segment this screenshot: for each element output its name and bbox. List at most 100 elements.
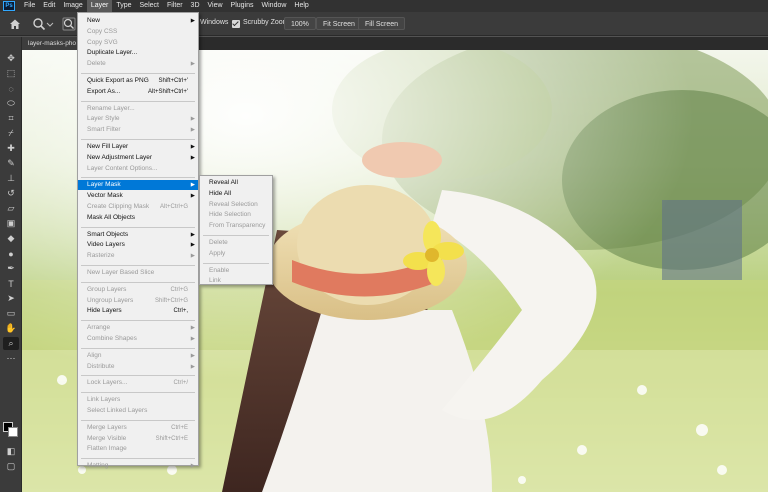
zoom-tool-icon[interactable]	[32, 17, 46, 31]
menu-item-label: Create Clipping Mask	[87, 203, 150, 210]
menu-item-label: Apply	[209, 249, 226, 257]
menu-separator	[81, 392, 195, 394]
menu-item-label: Arrange	[87, 324, 111, 332]
menu-item-label: Lock Layers...	[87, 379, 128, 387]
menu-separator	[81, 281, 195, 283]
move-tool-icon[interactable]: ✥	[3, 52, 19, 65]
gradient-tool-icon[interactable]: ▣	[3, 217, 19, 230]
menu-item-quick-export-as-png[interactable]: Quick Export as PNG Shift+Ctrl+'	[78, 76, 198, 86]
menu-item-hide-all[interactable]: Hide All	[200, 189, 272, 199]
quick-mask-icon[interactable]: ◧	[3, 445, 19, 458]
menu-image[interactable]: Image	[59, 0, 86, 12]
menu-item-video-layers[interactable]: Video Layers ▶	[78, 240, 198, 250]
menu-type[interactable]: Type	[112, 0, 135, 12]
menu-item-new-adjustment-layer[interactable]: New Adjustment Layer ▶	[78, 153, 198, 163]
fit-screen-button[interactable]: Fit Screen	[316, 17, 362, 30]
menu-item-label: Delete	[87, 60, 106, 68]
lasso-tool-icon[interactable]: ◌	[3, 82, 19, 95]
path-select-tool-icon[interactable]: ➤	[3, 292, 19, 305]
menu-item-mask-all-objects[interactable]: Mask All Objects	[78, 213, 198, 223]
menu-separator	[81, 320, 195, 322]
submenu-arrow-icon: ▶	[190, 352, 195, 359]
menu-item-merge-layers: Merge Layers Ctrl+E	[78, 423, 198, 433]
fill-screen-button[interactable]: Fill Screen	[358, 17, 406, 30]
healing-brush-tool-icon[interactable]: ✚	[3, 142, 19, 155]
more-tools-icon[interactable]: ⋯	[3, 352, 19, 365]
menu-item-rasterize: Rasterize ▶	[78, 251, 198, 261]
menu-item-label: Flatten Image	[87, 445, 127, 453]
menu-file[interactable]: File	[20, 0, 39, 12]
clone-stamp-tool-icon[interactable]: ⊥	[3, 172, 19, 185]
menu-item-rename-layer: Rename Layer...	[78, 104, 198, 114]
dodge-tool-icon[interactable]: ●	[3, 247, 19, 260]
pen-tool-icon[interactable]: ✒	[3, 262, 19, 275]
menu-help[interactable]: Help	[290, 0, 312, 12]
menu-item-vector-mask[interactable]: Vector Mask ▶	[78, 191, 198, 201]
menu-item-export-as[interactable]: Export As... Alt+Shift+Ctrl+'	[78, 87, 198, 97]
menu-item-matting: Matting ▶	[78, 461, 198, 471]
background-color-swatch[interactable]	[8, 427, 18, 437]
layer-dropdown-menu: New ▶ Copy CSS Copy SVG Duplicate Layer... De…	[77, 12, 199, 469]
menu-item-label: Merge Visible	[87, 434, 127, 442]
history-brush-tool-icon[interactable]: ↺	[3, 187, 19, 200]
zoom-tool-icon[interactable]: ⌕	[3, 337, 19, 350]
scrubby-zoom-checkbox[interactable]	[232, 20, 240, 28]
menu-plugins[interactable]: Plugins	[227, 0, 258, 12]
menu-view[interactable]: View	[204, 0, 227, 12]
menu-item-align: Align ▶	[78, 351, 198, 361]
menu-item-label: Enable	[209, 266, 230, 274]
menu-item-delete: Delete ▶	[78, 59, 198, 69]
type-tool-icon[interactable]: T	[3, 277, 19, 290]
menu-item-flatten-image: Flatten Image	[78, 444, 198, 454]
menu-item-label: New Fill Layer	[87, 143, 129, 150]
menu-window[interactable]: Window	[258, 0, 291, 12]
submenu-arrow-icon: ▶	[190, 116, 195, 123]
chevron-down-icon[interactable]	[46, 17, 54, 31]
menu-separator	[81, 458, 195, 460]
hand-tool-icon[interactable]: ✋	[3, 322, 19, 335]
screen-mode-icon[interactable]: ▢	[3, 460, 19, 473]
resize-windows-label: Windows	[200, 19, 229, 26]
menu-item-shortcut: Shift+Ctrl+E	[155, 435, 188, 442]
menu-layer[interactable]: Layer	[86, 0, 113, 12]
home-icon[interactable]	[8, 17, 22, 31]
menu-filter[interactable]: Filter	[163, 0, 187, 12]
menu-item-label: Mask All Objects	[87, 213, 136, 221]
menu-item-copy-svg: Copy SVG	[78, 38, 198, 48]
zoom-in-icon[interactable]	[62, 17, 76, 31]
menu-3d[interactable]: 3D	[187, 0, 204, 12]
blur-tool-icon[interactable]: ◆	[3, 232, 19, 245]
menu-item-layer-mask[interactable]: Layer Mask ▶	[78, 180, 198, 191]
menu-item-label: Hide All	[209, 189, 232, 197]
quick-select-tool-icon[interactable]: ⬭	[3, 97, 19, 110]
menu-item-label: Group Layers	[87, 285, 127, 293]
submenu-arrow-icon: ▶	[190, 193, 195, 200]
marquee-tool-icon[interactable]: ⬚	[3, 67, 19, 80]
menu-item-hide-layers[interactable]: Hide Layers Ctrl+,	[78, 306, 198, 316]
menu-item-label: Copy SVG	[87, 38, 118, 46]
menu-item-reveal-all[interactable]: Reveal All	[200, 178, 272, 188]
menu-edit[interactable]: Edit	[39, 0, 59, 12]
submenu-arrow-icon: ▶	[190, 182, 195, 189]
menu-select[interactable]: Select	[136, 0, 163, 12]
document-tab[interactable]: layer-masks-pho	[22, 37, 82, 50]
menu-item-new-fill-layer[interactable]: New Fill Layer ▶	[78, 142, 198, 152]
eraser-tool-icon[interactable]: ▱	[3, 202, 19, 215]
brush-tool-icon[interactable]: ✎	[3, 157, 19, 170]
menu-item-label: Smart Objects	[87, 230, 129, 238]
menu-item-label: Export As...	[87, 87, 121, 95]
scrubby-zoom-label: Scrubby Zoom	[243, 19, 289, 26]
photoshop-logo: Ps	[3, 1, 15, 11]
menu-item-duplicate-layer[interactable]: Duplicate Layer...	[78, 48, 198, 58]
menu-item-shortcut: Ctrl+,	[173, 308, 188, 315]
menu-separator	[81, 375, 195, 377]
eyedropper-tool-icon[interactable]: ⌿	[3, 127, 19, 140]
menu-item-new[interactable]: New ▶	[78, 16, 198, 26]
menu-item-label: Delete	[209, 239, 228, 246]
rectangle-tool-icon[interactable]: ▭	[3, 307, 19, 320]
menu-item-smart-objects[interactable]: Smart Objects ▶	[78, 230, 198, 240]
crop-tool-icon[interactable]: ⌗	[3, 112, 19, 125]
tools-icons: ✥ ⬚ ◌ ⬭ ⌗ ⌿ ✚ ✎ ⊥ ↺ ▱ ▣ ◆ ● ✒ T ➤ ▭ ✋ ⌕ …	[0, 37, 22, 492]
menu-item-label: Rename Layer...	[87, 104, 135, 112]
zoom-100-button[interactable]: 100%	[284, 17, 316, 30]
